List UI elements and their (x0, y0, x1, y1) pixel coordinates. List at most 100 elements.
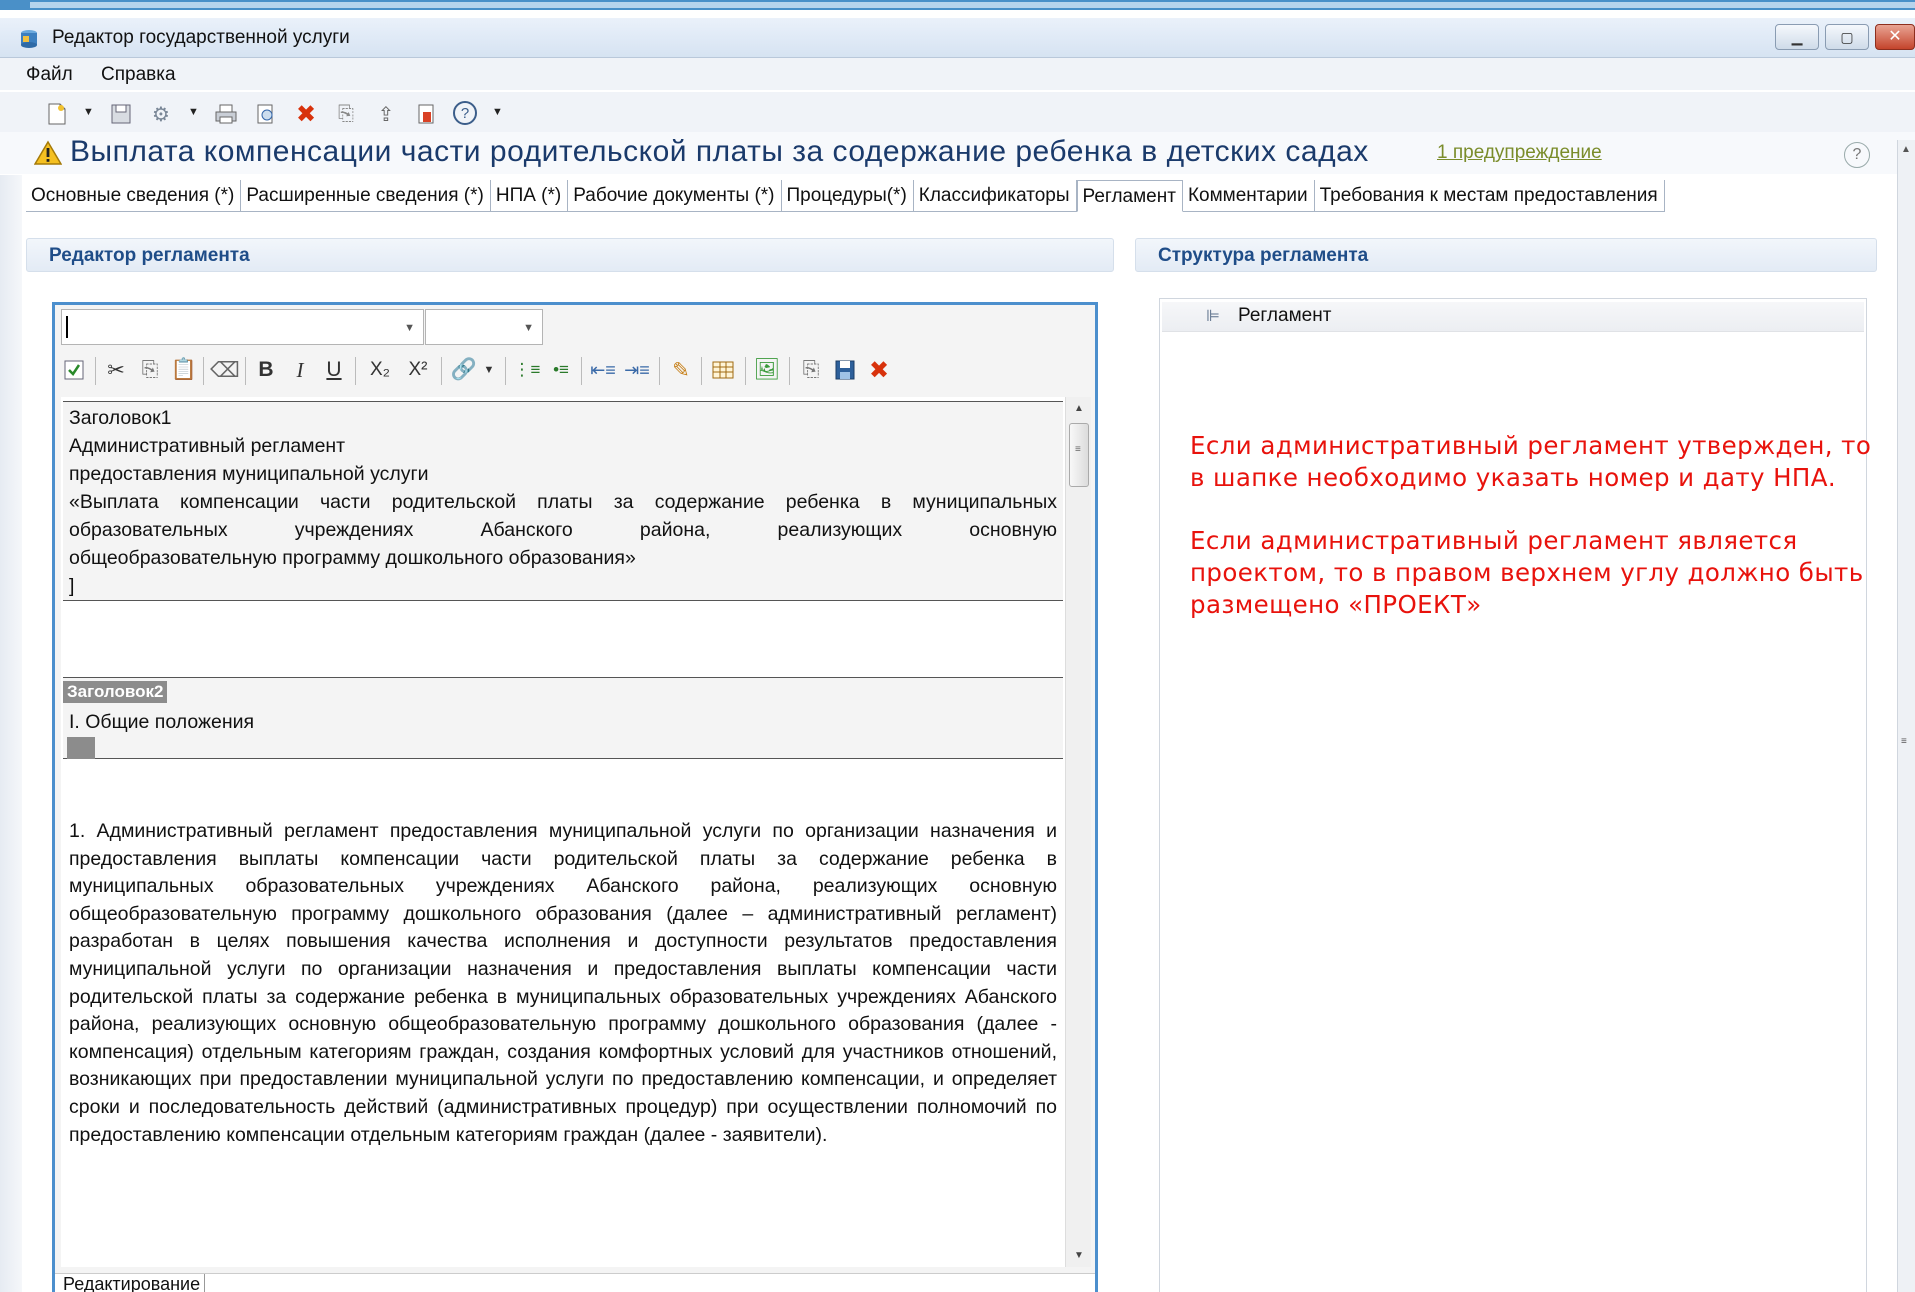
chevron-down-icon[interactable]: ▼ (404, 322, 415, 334)
export-icon[interactable]: ⇪ (373, 101, 399, 127)
maximize-button[interactable]: ▢ (1825, 24, 1869, 50)
image-icon[interactable]: 🖼 (753, 355, 781, 385)
doc-line: образовательных учреждениях Абанского ра… (69, 519, 1057, 541)
outdent-icon[interactable]: ⇤≡ (589, 355, 617, 385)
copy-text-icon[interactable]: ⎘ (137, 355, 163, 385)
heading1-block: Заголовок1 Административный регламент пр… (63, 401, 1063, 601)
numbered-list-icon[interactable]: ⋮≡ (513, 355, 541, 385)
delete-icon[interactable]: ✖ (293, 101, 319, 128)
table-icon[interactable] (709, 355, 737, 385)
save-icon[interactable] (108, 101, 134, 127)
settings-dropdown-icon[interactable]: ▼ (188, 106, 199, 118)
left-frame-edge (0, 175, 22, 1292)
cut-icon[interactable]: ✂ (103, 355, 129, 385)
window-titlebar: Редактор государственной услуги ▁ ▢ ✕ (0, 18, 1915, 58)
tree-node-label: Регламент (1238, 305, 1332, 326)
new-document-dropdown-icon[interactable]: ▼ (83, 106, 94, 118)
document-scrollbar[interactable]: ▲ ≡ ▼ (1065, 397, 1091, 1267)
help-icon[interactable]: ? (453, 101, 477, 125)
print-icon[interactable] (213, 101, 239, 127)
annotation-line: Если административный регламент является (1190, 526, 1798, 555)
annotation-line: Если административный регламент утвержде… (1190, 431, 1872, 460)
minimize-icon: ▁ (1791, 29, 1803, 45)
font-size-select[interactable]: ▼ (425, 309, 543, 345)
link-dropdown-icon[interactable]: ▼ (481, 355, 497, 385)
text-caret (66, 316, 68, 338)
heading2-tag: Заголовок2 (63, 681, 168, 703)
regulation-editor-header: Редактор регламента (26, 238, 1114, 272)
menu-bar: Файл Справка (0, 58, 1915, 90)
regulation-paragraph: 1. Административный регламент предоставл… (69, 820, 1057, 1146)
scroll-up-icon[interactable]: ▲ (1074, 403, 1084, 414)
empty-marker (67, 737, 95, 759)
tab-npa[interactable]: НПА (*) (491, 180, 569, 212)
highlight-icon[interactable]: ✎ (667, 355, 695, 385)
chevron-down-icon[interactable]: ▼ (523, 322, 534, 334)
help-circle-icon[interactable]: ? (1844, 142, 1870, 168)
tab-strip: Основные сведения (*) Расширенные сведен… (26, 180, 1665, 212)
window-title: Редактор государственной услуги (52, 27, 350, 48)
tab-classifiers[interactable]: Классификаторы (914, 180, 1077, 212)
paste-icon[interactable]: 📋 (171, 355, 197, 385)
window-scrollbar[interactable]: ▲ ≡ (1897, 140, 1915, 1292)
tab-basic-info[interactable]: Основные сведения (*) (26, 180, 242, 212)
tree-structure-icon: ⊫ (1206, 308, 1220, 325)
bullet-list-icon[interactable]: •≡ (547, 355, 575, 385)
editor-status-bar: Редактирование (55, 1273, 1095, 1292)
save-doc-icon[interactable] (831, 355, 859, 385)
print-preview-icon[interactable] (253, 101, 279, 127)
menu-file[interactable]: Файл (26, 64, 73, 86)
underline-button[interactable]: U (321, 355, 347, 385)
doc-line: предоставления муниципальной услуги (69, 463, 429, 485)
top-accent-bar (0, 0, 1915, 10)
maximize-icon: ▢ (1840, 29, 1854, 45)
help-dropdown-icon[interactable]: ▼ (492, 106, 503, 118)
regulation-editor: ▼ ▼ ✂ ⎘ 📋 ⌫ B I U X₂ X² 🔗 ▼ ⋮≡ •≡ ⇤≡ ⇥≡ … (52, 302, 1098, 1292)
document-body[interactable]: Заголовок1 Административный регламент пр… (61, 397, 1065, 1267)
clear-format-icon[interactable]: ⌫ (210, 355, 240, 385)
scroll-up-icon[interactable]: ▲ (1901, 144, 1911, 155)
subscript-button[interactable]: X₂ (363, 355, 397, 385)
scroll-thumb[interactable]: ≡ (1069, 423, 1089, 487)
new-document-icon[interactable] (44, 101, 70, 127)
close-window-button[interactable]: ✕ (1875, 24, 1915, 50)
link-icon[interactable]: 🔗 (449, 355, 479, 385)
tab-work-documents[interactable]: Рабочие документы (*) (568, 180, 782, 212)
clipboard-icon[interactable]: ⎘ (797, 355, 825, 385)
style-select[interactable]: ▼ (61, 309, 424, 345)
bold-button[interactable]: B (253, 355, 279, 385)
heading1-tag: Заголовок1 (69, 407, 172, 429)
copy-icon[interactable]: ⎘ (333, 101, 359, 127)
warning-icon (34, 140, 62, 165)
tab-regulation[interactable]: Регламент (1076, 180, 1183, 212)
doc-line: общеобразовательную программу дошкольног… (69, 547, 636, 569)
minimize-button[interactable]: ▁ (1775, 24, 1819, 50)
annotation-line: проектом, то в правом верхнем углу должн… (1190, 558, 1864, 587)
italic-button[interactable]: I (287, 355, 313, 385)
superscript-button[interactable]: X² (401, 355, 435, 385)
scroll-down-icon[interactable]: ▼ (1074, 1250, 1084, 1261)
settings-gear-icon[interactable]: ⚙ (148, 101, 174, 127)
doc-line: Административный регламент (69, 435, 346, 457)
section-title: I. Общие положения (69, 711, 255, 733)
doc-line: ] (69, 575, 75, 597)
format-toolbar: ✂ ⎘ 📋 ⌫ B I U X₂ X² 🔗 ▼ ⋮≡ •≡ ⇤≡ ⇥≡ ✎ 🖼 … (61, 351, 1091, 391)
page-title: Выплата компенсации части родительской п… (70, 135, 1369, 168)
edit-mode-tab[interactable]: Редактирование (59, 1274, 206, 1292)
tab-procedures[interactable]: Процедуры(*) (782, 180, 914, 212)
tab-location-requirements[interactable]: Требования к местам предоставления (1315, 180, 1665, 212)
annotation-approved: Если административный регламент утвержде… (1190, 430, 1871, 494)
warnings-link[interactable]: 1 предупреждение (1437, 142, 1602, 164)
tree-node-regulation[interactable]: ⊫ Регламент (1162, 302, 1864, 332)
tab-comments[interactable]: Комментарии (1183, 180, 1315, 212)
close-editor-icon[interactable]: ✖ (865, 355, 893, 385)
tab-extended-info[interactable]: Расширенные сведения (*) (241, 180, 491, 212)
document-red-icon[interactable] (413, 101, 439, 127)
close-icon: ✕ (1888, 28, 1902, 45)
main-toolbar: ▼ ⚙ ▼ ✖ ⎘ ⇪ ? ▼ (0, 92, 1915, 136)
regulation-structure-header: Структура регламента (1135, 238, 1877, 272)
scroll-grip-icon[interactable]: ≡ (1901, 736, 1907, 747)
indent-icon[interactable]: ⇥≡ (623, 355, 651, 385)
menu-help[interactable]: Справка (101, 64, 176, 86)
spellcheck-icon[interactable] (61, 355, 87, 385)
